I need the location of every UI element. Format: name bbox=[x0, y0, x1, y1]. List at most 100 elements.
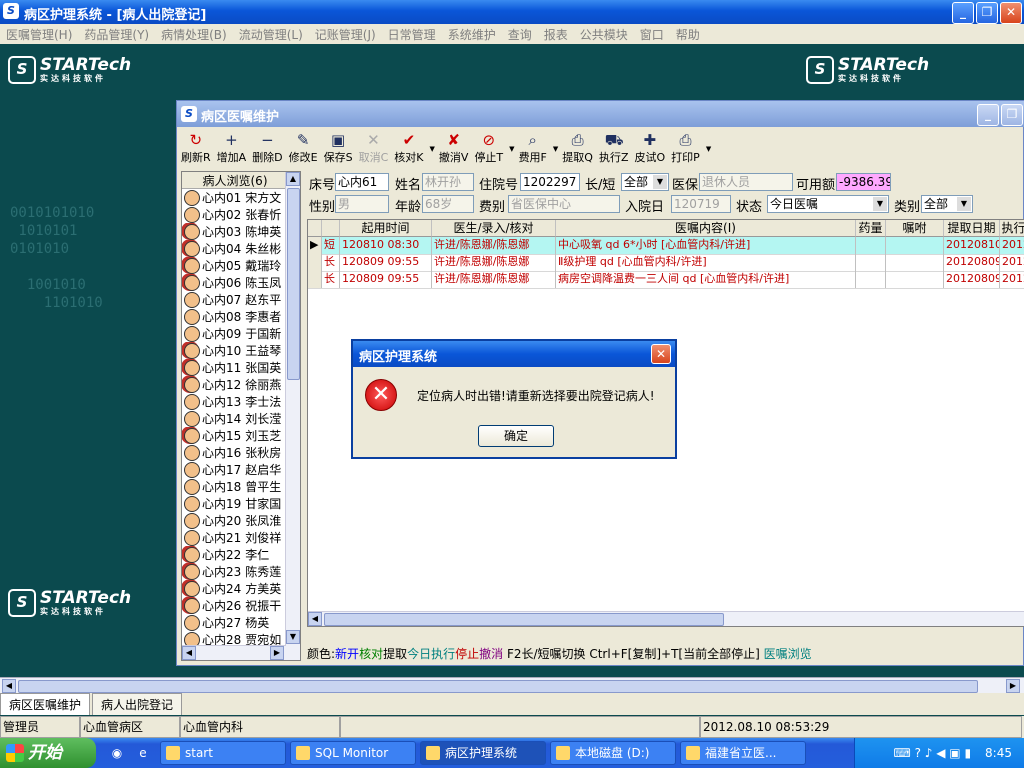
patient-row[interactable]: 心内11 张国英 bbox=[182, 359, 288, 376]
taskbar-item-2[interactable]: 病区护理系统 bbox=[420, 741, 546, 765]
column-header-8[interactable]: 执行日 bbox=[1000, 220, 1024, 237]
patient-row[interactable]: 心内06 陈玉凤 bbox=[182, 274, 288, 291]
menu-item-7[interactable]: 查询 bbox=[502, 26, 538, 43]
ie-icon[interactable]: e bbox=[130, 746, 156, 760]
child-restore-button[interactable]: ❐ bbox=[1001, 104, 1023, 126]
toolbar-button-6[interactable]: ✔ 核对K bbox=[394, 131, 423, 165]
menu-item-5[interactable]: 日常管理 bbox=[382, 26, 442, 43]
scroll-up-button[interactable]: ▲ bbox=[286, 172, 300, 186]
grid-hscroll[interactable]: ◀ bbox=[308, 611, 1024, 626]
menu-item-10[interactable]: 窗口 bbox=[634, 26, 670, 43]
column-header-5[interactable]: 药量 bbox=[856, 220, 886, 237]
toolbar-button-7[interactable]: ✘ 撤消V bbox=[439, 131, 469, 165]
taskbar-item-1[interactable]: SQL Monitor bbox=[290, 741, 416, 765]
taskbar-item-3[interactable]: 本地磁盘 (D:) bbox=[550, 741, 676, 765]
patient-row[interactable]: 心内18 曾平生 bbox=[182, 478, 288, 495]
menu-item-4[interactable]: 记账管理(J) bbox=[309, 26, 382, 43]
menu-item-2[interactable]: 病情处理(B) bbox=[155, 26, 233, 43]
order-row[interactable]: ▶ 短 120810 08:30 许进/陈恩娜/陈恩娜 中心吸氧 qd 6*小时 [心血… bbox=[308, 237, 1024, 255]
fee-type-field[interactable]: 省医保中心 bbox=[508, 195, 620, 213]
bed-field[interactable]: 心内61 bbox=[335, 173, 389, 191]
taskbar-item-4[interactable]: 福建省立医... bbox=[680, 741, 806, 765]
scroll-thumb[interactable] bbox=[287, 188, 300, 380]
patient-row[interactable]: 心内10 王益琴 bbox=[182, 342, 288, 359]
patient-row[interactable]: 心内04 朱丝彬 bbox=[182, 240, 288, 257]
toolbar-button-8[interactable]: ⊘ 停止T bbox=[474, 131, 503, 165]
tray-icons[interactable]: ⌨ ? ♪ ◀ ▣ ▮ bbox=[893, 746, 971, 760]
sex-field[interactable]: 男 bbox=[335, 195, 389, 213]
menu-item-11[interactable]: 帮助 bbox=[670, 26, 706, 43]
patient-row[interactable]: 心内15 刘玉芝 bbox=[182, 427, 288, 444]
toolbar-button-4[interactable]: ▣ 保存S bbox=[324, 131, 353, 165]
admission-no-field[interactable]: 1202297 bbox=[520, 173, 580, 191]
dropdown-arrow-icon[interactable]: ▼ bbox=[553, 145, 558, 153]
patient-row[interactable]: 心内03 陈坤英 bbox=[182, 223, 288, 240]
dropdown-arrow-icon[interactable]: ▼ bbox=[706, 145, 711, 153]
grid-scroll-thumb[interactable] bbox=[324, 613, 724, 626]
ok-button[interactable]: 确定 bbox=[478, 425, 554, 447]
column-header-2[interactable]: 起用时间 bbox=[340, 220, 432, 237]
toolbar-button-0[interactable]: ↻ 刷新R bbox=[181, 131, 211, 165]
age-field[interactable]: 68岁 bbox=[422, 195, 474, 213]
patient-row[interactable]: 心内01 宋方文 bbox=[182, 189, 288, 206]
patient-row[interactable]: 心内02 张春忻 bbox=[182, 206, 288, 223]
legend-browse[interactable]: 医嘱浏览 bbox=[764, 647, 812, 661]
order-row[interactable]: 长 120809 09:55 许进/陈恩娜/陈恩娜 Ⅱ级护理 qd [心血管内科/许进… bbox=[308, 254, 1024, 272]
patient-row[interactable]: 心内12 徐丽燕 bbox=[182, 376, 288, 393]
name-field[interactable]: 林开孙 bbox=[422, 173, 474, 191]
patient-list-vscroll[interactable]: ▲ ▼ bbox=[285, 172, 300, 660]
toolbar-button-11[interactable]: ⛟ 执行Z bbox=[599, 131, 629, 165]
scroll-down-button[interactable]: ▼ bbox=[286, 630, 300, 644]
status-select[interactable]: 今日医嘱 bbox=[767, 195, 889, 213]
main-scroll-right-button[interactable]: ▶ bbox=[1006, 679, 1020, 693]
patient-row[interactable]: 心内08 李惠者 bbox=[182, 308, 288, 325]
start-button[interactable]: 开始 bbox=[0, 738, 96, 768]
patient-row[interactable]: 心内27 杨英 bbox=[182, 614, 288, 631]
quicklaunch-icon[interactable]: ◉ bbox=[104, 746, 130, 760]
patient-row[interactable]: 心内26 祝振干 bbox=[182, 597, 288, 614]
patient-list-hscroll[interactable]: ◀ ▶ bbox=[182, 645, 286, 660]
dropdown-arrow-icon[interactable]: ▼ bbox=[509, 145, 514, 153]
menu-item-3[interactable]: 流动管理(L) bbox=[233, 26, 309, 43]
available-amount-field[interactable]: -9386.39 bbox=[836, 173, 891, 191]
order-type-select[interactable]: 全部 bbox=[621, 173, 669, 191]
category-select[interactable]: 全部 bbox=[921, 195, 973, 213]
order-row[interactable]: 长 120809 09:55 许进/陈恩娜/陈恩娜 病房空调降温费一三人间 qd [心… bbox=[308, 271, 1024, 289]
toolbar-button-12[interactable]: ✚ 皮试O bbox=[635, 131, 666, 165]
scroll-right-button[interactable]: ▶ bbox=[270, 646, 284, 660]
taskbar-item-0[interactable]: start bbox=[160, 741, 286, 765]
column-header-4[interactable]: 医嘱内容(I) bbox=[556, 220, 856, 237]
patient-row[interactable]: 心内14 刘长滢 bbox=[182, 410, 288, 427]
toolbar-button-5[interactable]: ✕ 取消C bbox=[359, 131, 389, 165]
toolbar-button-3[interactable]: ✎ 修改E bbox=[289, 131, 318, 165]
toolbar-button-9[interactable]: ⌕ 费用F bbox=[519, 131, 547, 165]
patient-row[interactable]: 心内09 于国新 bbox=[182, 325, 288, 342]
patient-row[interactable]: 心内05 戴瑞玲 bbox=[182, 257, 288, 274]
close-button[interactable]: ✕ bbox=[1000, 2, 1022, 24]
column-header-6[interactable]: 嘱咐 bbox=[886, 220, 944, 237]
patient-row[interactable]: 心内16 张秋房 bbox=[182, 444, 288, 461]
main-hscroll[interactable]: ◀ ▶ bbox=[0, 677, 1024, 693]
patient-row[interactable]: 心内21 刘俊祥 bbox=[182, 529, 288, 546]
toolbar-button-1[interactable]: + 增加A bbox=[217, 131, 247, 165]
scroll-left-button[interactable]: ◀ bbox=[182, 646, 196, 660]
dropdown-arrow-icon[interactable]: ▼ bbox=[430, 145, 435, 153]
window-tab-1[interactable]: 病人出院登记 bbox=[92, 693, 183, 715]
patient-row[interactable]: 心内24 方美英 bbox=[182, 580, 288, 597]
column-header-1[interactable] bbox=[322, 220, 340, 237]
menu-item-9[interactable]: 公共模块 bbox=[574, 26, 634, 43]
restore-button[interactable]: ❐ bbox=[976, 2, 998, 24]
toolbar-button-2[interactable]: − 删除D bbox=[252, 131, 282, 165]
child-minimize-button[interactable]: _ bbox=[977, 104, 999, 126]
toolbar-button-10[interactable]: ⎙ 提取Q bbox=[562, 131, 593, 165]
main-scroll-left-button[interactable]: ◀ bbox=[2, 679, 16, 693]
patient-row[interactable]: 心内20 张凤淮 bbox=[182, 512, 288, 529]
admission-date-field[interactable]: 120719 bbox=[671, 195, 731, 213]
patient-row[interactable]: 心内23 陈秀莲 bbox=[182, 563, 288, 580]
insurance-field[interactable]: 退休人员 bbox=[699, 173, 793, 191]
menu-item-6[interactable]: 系统维护 bbox=[442, 26, 502, 43]
window-tab-0[interactable]: 病区医嘱维护 bbox=[0, 693, 91, 715]
patient-row[interactable]: 心内17 赵启华 bbox=[182, 461, 288, 478]
main-scroll-thumb[interactable] bbox=[18, 680, 978, 693]
minimize-button[interactable]: _ bbox=[952, 2, 974, 24]
